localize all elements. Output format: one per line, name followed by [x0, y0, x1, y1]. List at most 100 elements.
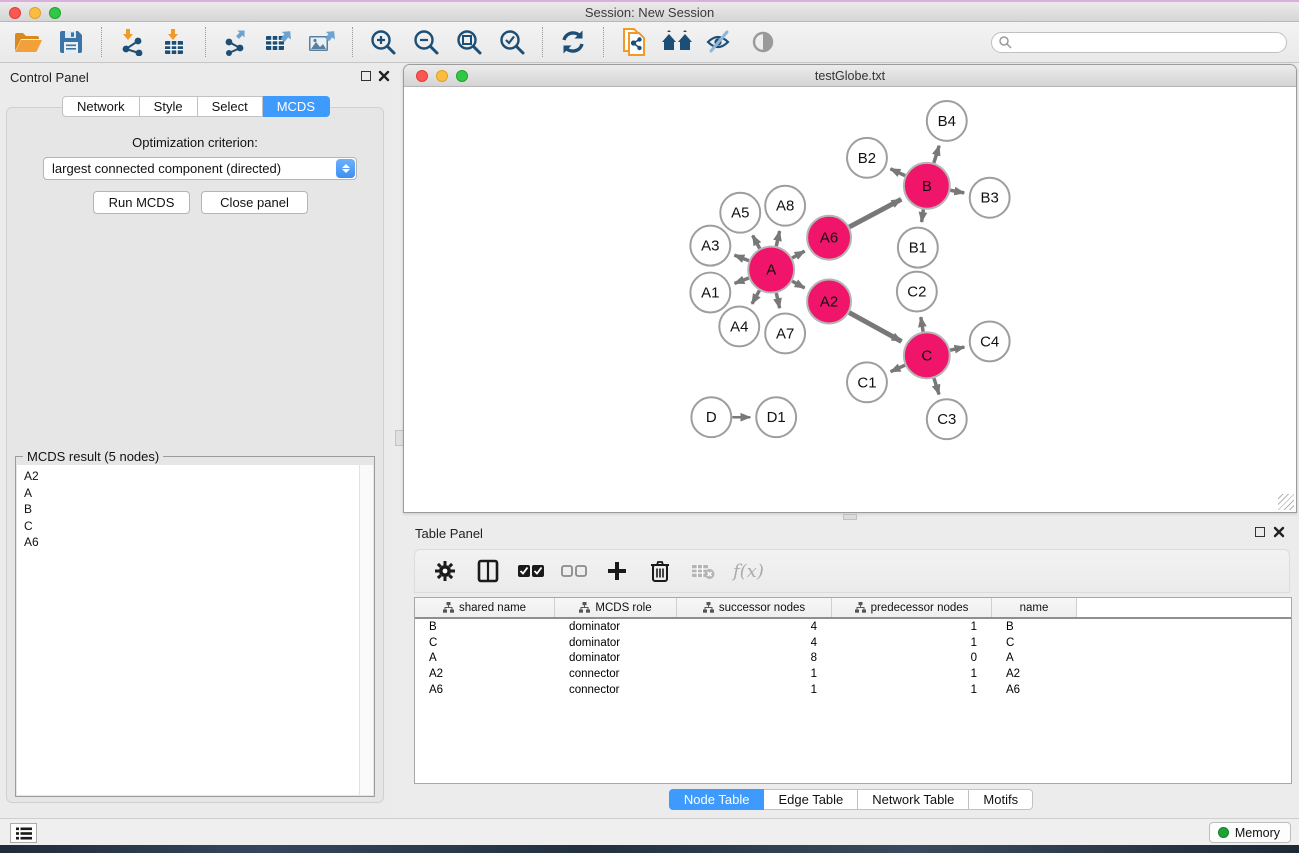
import-table-icon[interactable] — [157, 25, 193, 59]
node-label-D1: D1 — [767, 409, 786, 426]
network-overview-icon[interactable] — [659, 25, 695, 59]
edge-A-A6[interactable] — [792, 251, 804, 258]
zoom-in-icon[interactable] — [365, 25, 401, 59]
table-row[interactable]: Adominator80A — [415, 651, 1291, 667]
deselect-all-icon[interactable] — [561, 558, 587, 584]
close-panel-icon[interactable] — [378, 70, 390, 82]
table-row[interactable]: A6connector11A6 — [415, 682, 1291, 698]
mcds-list-scrollbar[interactable] — [359, 465, 373, 795]
table-cell: 4 — [677, 621, 832, 633]
column-header-name[interactable]: name — [992, 598, 1077, 617]
edge-A-A7[interactable] — [776, 293, 779, 308]
table-row[interactable]: Bdominator41B — [415, 619, 1291, 635]
edge-A-A4[interactable] — [752, 290, 760, 303]
trash-icon[interactable] — [647, 558, 673, 584]
tree-column-icon — [579, 602, 590, 613]
resize-grip[interactable] — [1278, 494, 1294, 510]
memory-label: Memory — [1235, 826, 1280, 840]
column-label: MCDS role — [595, 602, 651, 614]
run-mcds-button[interactable]: Run MCDS — [93, 191, 190, 214]
table-cell: 0 — [832, 652, 992, 664]
node-label-B: B — [922, 178, 932, 195]
edge-A-A1[interactable] — [735, 278, 749, 283]
edge-A-A8[interactable] — [776, 231, 779, 246]
edge-C-C2[interactable] — [921, 317, 923, 332]
node-table[interactable]: shared name MCDS role successor nodesprede… — [414, 597, 1292, 784]
float-panel-icon[interactable] — [361, 71, 371, 81]
refresh-icon[interactable] — [555, 25, 591, 59]
mcds-result-item[interactable]: A6 — [17, 534, 361, 551]
search-field[interactable] — [991, 32, 1287, 53]
float-table-panel-icon[interactable] — [1255, 527, 1265, 537]
table-header-row[interactable]: shared name MCDS role successor nodesprede… — [415, 598, 1291, 619]
tab-network[interactable]: Network — [62, 96, 140, 117]
close-panel-button[interactable]: Close panel — [201, 191, 308, 214]
edge-B-B4[interactable] — [934, 146, 939, 163]
tab-motifs[interactable]: Motifs — [969, 789, 1033, 810]
mcds-result-item[interactable]: B — [17, 501, 361, 518]
table-cell: 1 — [832, 684, 992, 696]
import-network-icon[interactable] — [114, 25, 150, 59]
column-header-shared-name[interactable]: shared name — [415, 598, 555, 617]
mcds-result-list[interactable]: A2ABCA6 — [17, 465, 361, 795]
table-row[interactable]: A2connector11A2 — [415, 666, 1291, 682]
column-header-successor-nodes[interactable]: successor nodes — [677, 598, 832, 617]
table-cell: A — [415, 652, 555, 664]
edge-A6-B[interactable] — [849, 199, 901, 227]
criterion-dropdown[interactable]: largest connected component (directed) — [43, 157, 357, 180]
save-icon[interactable] — [53, 25, 89, 59]
mcds-result-item[interactable]: A2 — [17, 468, 361, 485]
column-header-predecessor-nodes[interactable]: predecessor nodes — [832, 598, 992, 617]
edge-B-B1[interactable] — [922, 209, 924, 221]
edge-A2-C[interactable] — [849, 313, 901, 342]
column-header-filler — [1077, 598, 1291, 617]
table-row[interactable]: Cdominator41C — [415, 635, 1291, 651]
node-label-A: A — [766, 262, 776, 279]
gear-icon[interactable] — [432, 558, 458, 584]
memory-button[interactable]: Memory — [1209, 822, 1291, 843]
tab-edge-table[interactable]: Edge Table — [764, 789, 858, 810]
eye-icon[interactable] — [745, 25, 781, 59]
select-all-icon[interactable] — [518, 558, 544, 584]
clone-network-icon[interactable] — [616, 25, 652, 59]
close-table-panel-icon[interactable] — [1273, 526, 1285, 538]
table-cell: 1 — [677, 668, 832, 680]
edge-A-A3[interactable] — [734, 255, 748, 261]
optimization-criterion-label: Optimization criterion: — [7, 135, 383, 150]
add-column-icon[interactable] — [604, 558, 630, 584]
column-header-MCDS-role[interactable]: MCDS role — [555, 598, 677, 617]
export-image-icon[interactable] — [304, 25, 340, 59]
edge-C-C4[interactable] — [950, 347, 964, 350]
zoom-out-icon[interactable] — [408, 25, 444, 59]
zoom-fit-icon[interactable] — [451, 25, 487, 59]
edge-C-C3[interactable] — [934, 378, 939, 394]
zoom-selected-icon[interactable] — [494, 25, 530, 59]
edge-A-A2[interactable] — [792, 281, 804, 288]
mcds-panel: Optimization criterion: largest connecte… — [6, 107, 384, 803]
network-graph[interactable]: B4B2BB3A5A8A6B1A3AA1C2A2A4A7C4CC1C3DD1 — [405, 88, 1295, 512]
edge-B-B2[interactable] — [890, 169, 905, 176]
graphics-details-icon[interactable] — [702, 25, 738, 59]
edge-B-B3[interactable] — [950, 190, 964, 193]
function-builder-icon[interactable]: f(x) — [733, 561, 764, 582]
export-table-icon[interactable] — [261, 25, 297, 59]
tab-mcds[interactable]: MCDS — [263, 96, 330, 117]
network-window-titlebar[interactable]: testGlobe.txt — [404, 65, 1296, 87]
delete-table-icon[interactable] — [690, 558, 716, 584]
tab-style[interactable]: Style — [140, 96, 198, 117]
table-cell: 1 — [832, 668, 992, 680]
network-canvas[interactable]: B4B2BB3A5A8A6B1A3AA1C2A2A4A7C4CC1C3DD1 — [405, 88, 1295, 512]
edge-A-A5[interactable] — [753, 235, 760, 248]
open-folder-icon[interactable] — [10, 25, 46, 59]
tab-network-table[interactable]: Network Table — [858, 789, 969, 810]
network-window-title: testGlobe.txt — [404, 69, 1296, 83]
export-network-icon[interactable] — [218, 25, 254, 59]
mcds-result-item[interactable]: C — [17, 518, 361, 535]
mcds-result-item[interactable]: A — [17, 485, 361, 502]
edge-C-C1[interactable] — [891, 365, 905, 371]
search-input[interactable] — [1012, 34, 1286, 51]
tab-select[interactable]: Select — [198, 96, 263, 117]
task-history-button[interactable] — [10, 823, 37, 843]
tab-node-table[interactable]: Node Table — [669, 789, 765, 810]
columns-icon[interactable] — [475, 558, 501, 584]
